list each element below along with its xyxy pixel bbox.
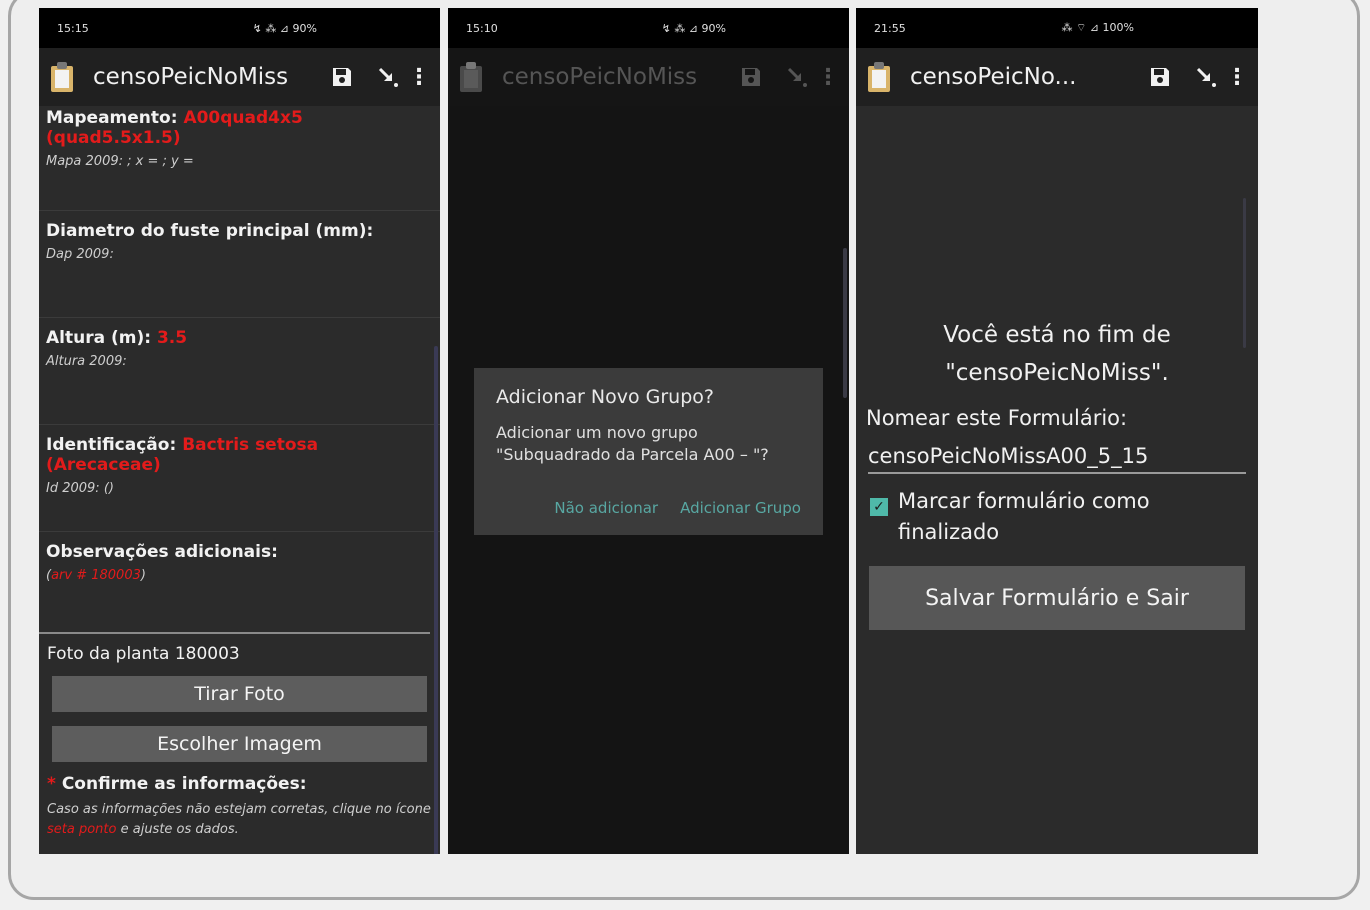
overflow-menu-icon[interactable]: ⋮: [408, 65, 430, 90]
status-bar: 15:15 ↯ ⁂ ⊿ 90%: [39, 8, 440, 48]
scrollbar[interactable]: [434, 346, 438, 854]
question-diametro[interactable]: Diametro do fuste principal (mm): Dap 20…: [39, 211, 440, 318]
phone-screen-dialog: 15:10 ↯ ⁂ ⊿ 90% censoPeicNoMiss ⋮ Adicio…: [448, 8, 849, 854]
status-bar: 21:55 ⁂ ⌔ ⊿ 100%: [856, 8, 1258, 48]
clipboard-icon: [866, 62, 892, 92]
dialog-title: Adicionar Novo Grupo?: [496, 386, 714, 408]
question-value: 3.5: [156, 328, 188, 348]
jump-arrow-icon[interactable]: [1186, 57, 1226, 97]
app-toolbar: censoPeicNoMiss ⋮: [39, 48, 440, 106]
question-label: Diametro do fuste principal (mm):: [46, 221, 374, 241]
form-scroll[interactable]: Mapeamento: A00quad4x5 (quad5.5x1.5) Map…: [39, 106, 440, 854]
app-title: censoPeicNo...: [910, 64, 1077, 90]
status-time: 15:10: [466, 21, 498, 35]
add-group-button[interactable]: Adicionar Grupo: [680, 499, 801, 517]
question-hint: Mapa 2009: ; x = ; y =: [46, 154, 194, 169]
mark-finalized-label: Marcar formulário como finalizado: [898, 489, 1150, 544]
status-bar: 15:10 ↯ ⁂ ⊿ 90%: [448, 8, 849, 48]
take-photo-button[interactable]: Tirar Foto: [52, 676, 427, 712]
clipboard-icon: [49, 62, 75, 92]
status-icons: ⁂ ⌔ ⊿ 100%: [1061, 21, 1135, 34]
mark-finalized-row[interactable]: ✓ Marcar formulário como finalizado: [870, 486, 1244, 548]
question-label: Observações adicionais:: [46, 542, 278, 562]
question-altura[interactable]: Altura (m): 3.5 Altura 2009:: [39, 318, 440, 425]
choose-image-button[interactable]: Escolher Imagem: [52, 726, 427, 762]
phone-screen-form: 15:15 ↯ ⁂ ⊿ 90% censoPeicNoMiss ⋮ Mapeam…: [39, 8, 440, 854]
question-identificacao[interactable]: Identificação: Bactris setosa (Arecaceae…: [39, 425, 440, 532]
save-icon[interactable]: [322, 57, 362, 97]
app-toolbar: censoPeicNo... ⋮: [856, 48, 1258, 106]
question-hint: Altura 2009:: [46, 354, 127, 369]
status-time: 15:15: [57, 21, 89, 35]
save-and-exit-button[interactable]: Salvar Formulário e Sair: [869, 566, 1245, 630]
status-icons: ↯ ⁂ ⊿ 90%: [661, 21, 726, 35]
save-icon[interactable]: [1140, 57, 1180, 97]
overflow-menu-icon[interactable]: ⋮: [817, 65, 839, 90]
question-label: Altura (m):: [46, 328, 152, 348]
status-time: 21:55: [874, 21, 906, 35]
confirm-hint: Caso as informações não estejam corretas…: [47, 802, 431, 837]
phone-screen-end: 21:55 ⁂ ⌔ ⊿ 100% censoPeicNo... ⋮ Você e…: [856, 8, 1258, 854]
question-label: Identificação:: [46, 435, 177, 455]
dialog-message: Adicionar um novo grupo "Subquadrado da …: [496, 423, 769, 464]
add-group-dialog: Adicionar Novo Grupo? Adicionar um novo …: [474, 368, 823, 535]
overflow-menu-icon[interactable]: ⋮: [1226, 65, 1248, 90]
form-name-input[interactable]: censoPeicNoMissA00_5_15: [868, 444, 1246, 474]
question-label: Mapeamento:: [46, 108, 178, 128]
jump-arrow-icon[interactable]: [777, 57, 817, 97]
app-title: censoPeicNoMiss: [93, 64, 289, 90]
photo-label: Foto da planta 180003: [47, 644, 240, 664]
save-icon[interactable]: [731, 57, 771, 97]
question-hint: Id 2009: (): [46, 481, 114, 496]
end-of-form-message: Você está no fim de "censoPeicNoMiss".: [943, 322, 1171, 386]
app-title: censoPeicNoMiss: [502, 64, 698, 90]
do-not-add-button[interactable]: Não adicionar: [554, 499, 658, 517]
scrollbar[interactable]: [1243, 198, 1246, 348]
jump-arrow-icon[interactable]: [368, 57, 408, 97]
confirm-label: * Confirme as informações:: [47, 774, 307, 794]
checkbox-checked-icon[interactable]: ✓: [870, 498, 888, 516]
scrollbar[interactable]: [843, 248, 847, 398]
status-icons: ↯ ⁂ ⊿ 90%: [252, 21, 317, 35]
clipboard-icon: [458, 62, 484, 92]
question-hint: (arv # 180003): [46, 568, 146, 583]
question-hint: Dap 2009:: [46, 247, 114, 262]
app-toolbar: censoPeicNoMiss ⋮: [448, 48, 849, 106]
question-observacoes[interactable]: Observações adicionais: (arv # 180003): [39, 532, 430, 634]
form-name-label: Nomear este Formulário:: [866, 406, 1128, 430]
question-mapeamento[interactable]: Mapeamento: A00quad4x5 (quad5.5x1.5) Map…: [39, 106, 440, 211]
